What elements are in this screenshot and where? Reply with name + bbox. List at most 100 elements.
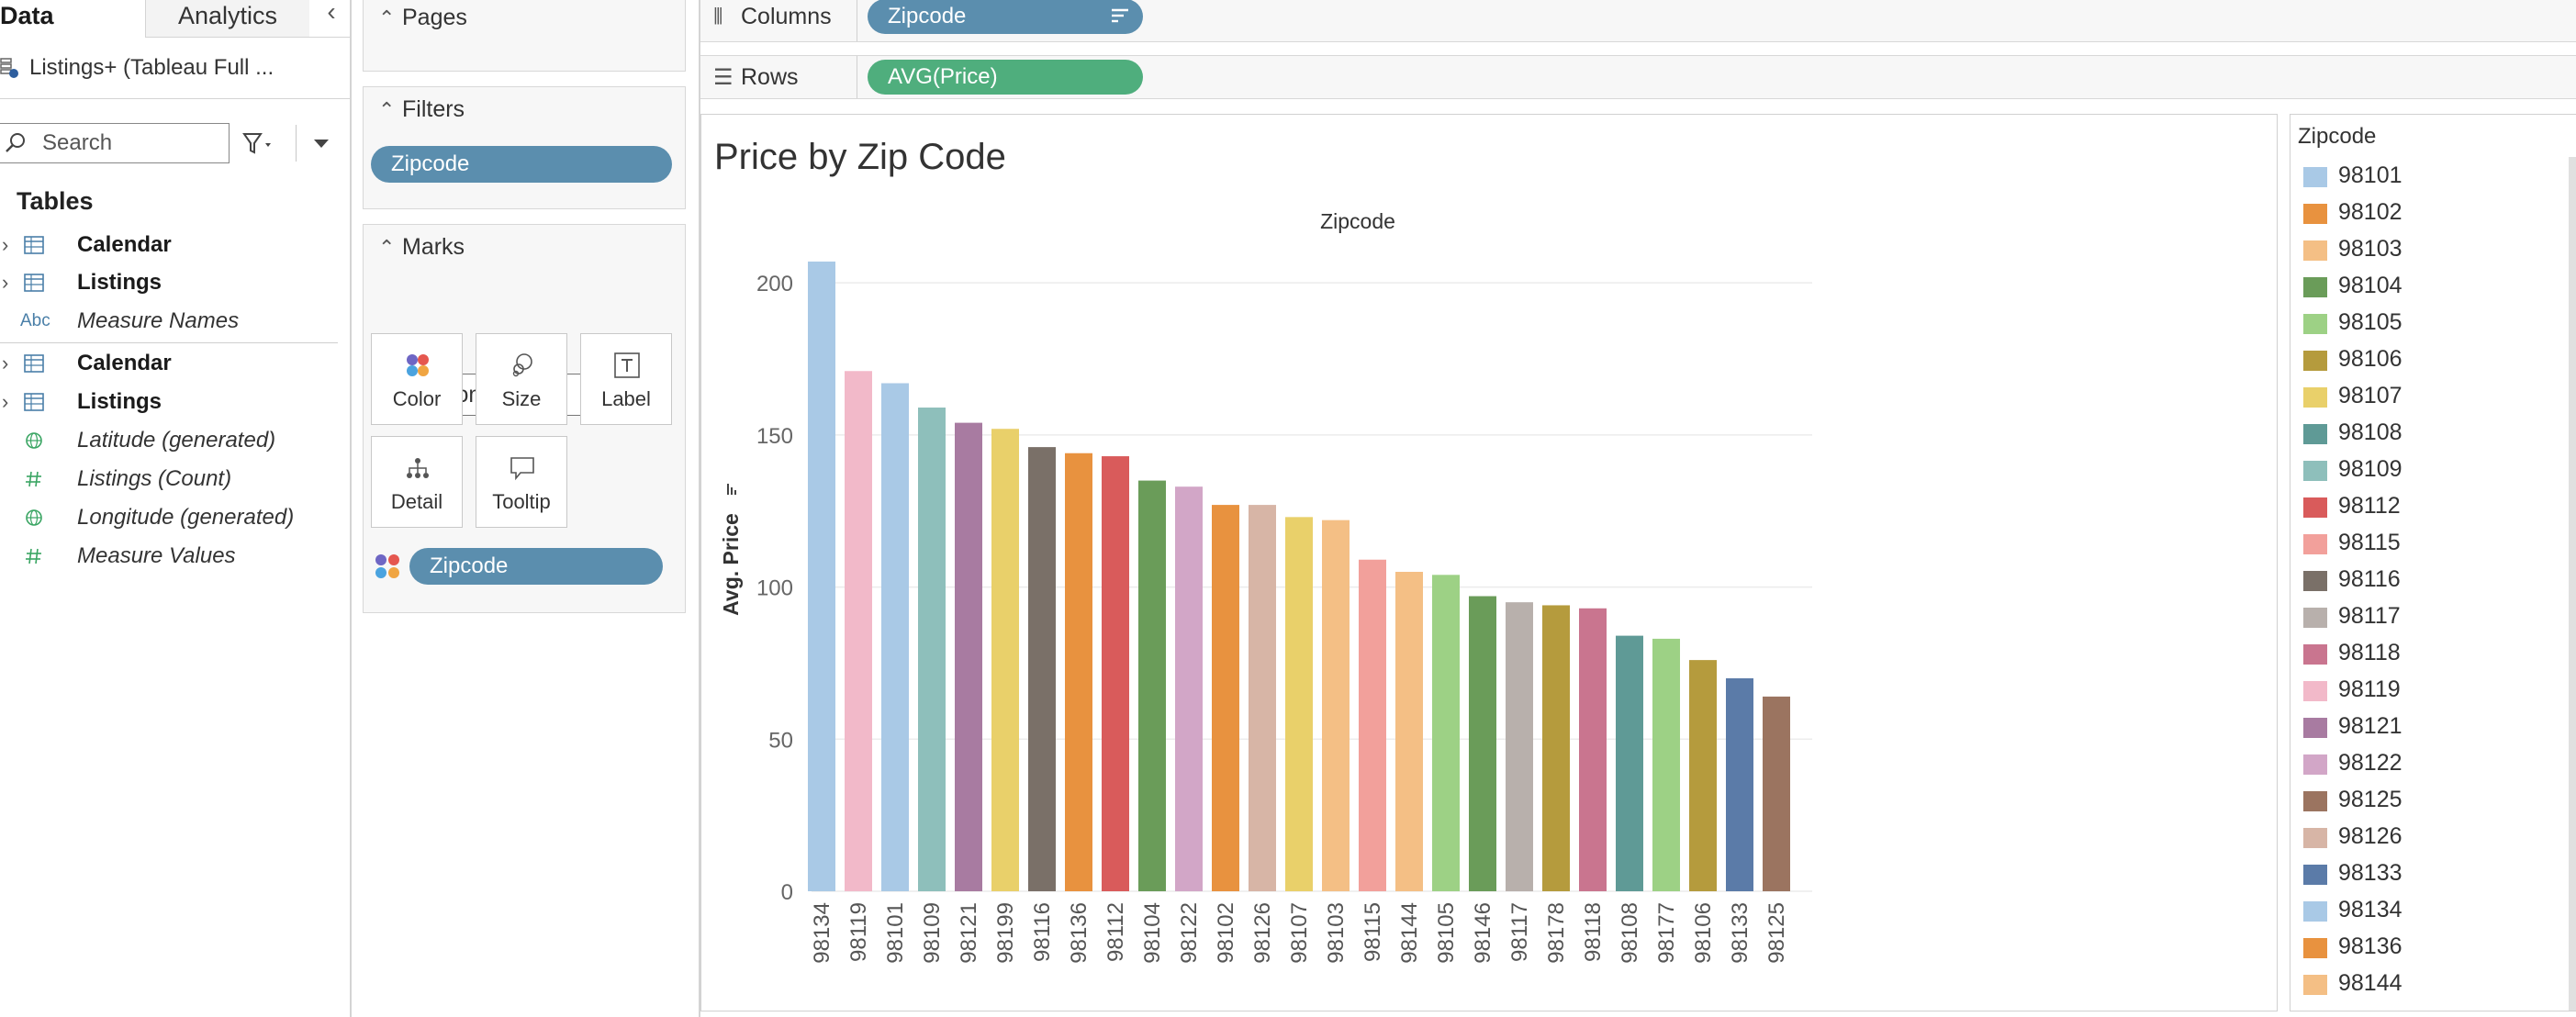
chevron-up-icon[interactable]: ⌃ <box>378 92 402 129</box>
bar[interactable] <box>1542 605 1570 891</box>
size-button[interactable]: Size <box>476 333 567 425</box>
bar[interactable] <box>845 371 872 891</box>
legend-swatch <box>2303 461 2327 481</box>
field-listings[interactable]: › Listings <box>0 384 349 420</box>
bar[interactable] <box>1359 559 1386 891</box>
columns-pill-zipcode[interactable]: Zipcode <box>868 0 1143 34</box>
bar[interactable] <box>1102 456 1129 891</box>
rows-pill-avg-price[interactable]: AVG(Price) <box>868 60 1143 95</box>
field-listings[interactable]: › Listings <box>0 264 349 301</box>
bar[interactable] <box>1579 608 1607 891</box>
legend-item[interactable]: 98136 <box>2300 928 2538 965</box>
legend-item[interactable]: 98119 <box>2300 671 2538 708</box>
field-calendar[interactable]: › Calendar <box>0 345 349 382</box>
bar[interactable] <box>1028 447 1056 891</box>
bar[interactable] <box>1395 572 1423 891</box>
x-tick-label: 98104 <box>1140 902 1165 964</box>
tab-data[interactable]: Data <box>0 0 143 39</box>
field-measure-names[interactable]: Abc Measure Names <box>0 303 349 340</box>
field-calendar[interactable]: › Calendar <box>0 227 349 263</box>
legend-item[interactable]: 98105 <box>2300 304 2538 341</box>
bar[interactable] <box>1469 596 1496 891</box>
bar[interactable] <box>1432 575 1460 891</box>
filter-icon[interactable] <box>241 129 281 160</box>
bar[interactable] <box>1726 678 1753 891</box>
legend-item[interactable]: 98126 <box>2300 818 2538 855</box>
bar[interactable] <box>918 408 946 891</box>
chevron-right-icon[interactable]: › <box>2 345 17 382</box>
legend-item[interactable]: 98122 <box>2300 744 2538 781</box>
field-measure-values[interactable]: Measure Values <box>0 538 349 575</box>
y-axis-title: Avg. Price <box>719 513 743 616</box>
datasource-item[interactable]: Listings+ (Tableau Full ... <box>0 48 347 88</box>
legend-item[interactable]: 98106 <box>2300 341 2538 377</box>
pages-card[interactable]: ⌃ Pages <box>363 0 686 72</box>
legend-item[interactable]: 98103 <box>2300 230 2538 267</box>
label-button[interactable]: Label <box>580 333 672 425</box>
bar[interactable] <box>1065 453 1092 891</box>
legend-item[interactable]: 98133 <box>2300 855 2538 891</box>
legend-item[interactable]: 98115 <box>2300 524 2538 561</box>
filters-card[interactable]: ⌃ Filters Zipcode <box>363 86 686 209</box>
tooltip-button[interactable]: Tooltip <box>476 436 567 528</box>
legend-item[interactable]: 98107 <box>2300 377 2538 414</box>
legend-item[interactable]: 98104 <box>2300 267 2538 304</box>
legend-item[interactable]: 98102 <box>2300 194 2538 230</box>
bar[interactable] <box>991 429 1019 891</box>
bar[interactable] <box>1249 505 1276 891</box>
bar[interactable] <box>1175 486 1203 891</box>
toolbar-separator <box>296 125 297 162</box>
legend-item[interactable]: 98121 <box>2300 708 2538 744</box>
legend-item[interactable]: 98117 <box>2300 598 2538 634</box>
bar[interactable] <box>1212 505 1239 891</box>
legend-scrollbar[interactable] <box>2569 157 2576 1011</box>
color-button[interactable]: Color <box>371 333 463 425</box>
tab-analytics[interactable]: Analytics <box>145 0 309 38</box>
chevron-right-icon[interactable]: › <box>2 227 17 263</box>
field-longitude[interactable]: Longitude (generated) <box>0 499 349 536</box>
legend-item[interactable]: 98116 <box>2300 561 2538 598</box>
bar[interactable] <box>1506 602 1533 891</box>
chevron-up-icon[interactable]: ⌃ <box>378 229 402 266</box>
detail-button[interactable]: Detail <box>371 436 463 528</box>
caret-down-icon[interactable] <box>310 134 332 152</box>
legend-swatch <box>2303 975 2327 995</box>
bar-chart[interactable]: 0 50 100 150 200 Zipcode Avg. Price 98134 98119 9… <box>701 115 2277 1011</box>
field-latitude[interactable]: Latitude (generated) <box>0 422 349 459</box>
bar[interactable] <box>1689 660 1717 891</box>
color-legend[interactable]: Zipcode 98101 98102 98103 98104 98105 98106 98… <box>2290 114 2576 1011</box>
columns-shelf[interactable]: ⦀ Columns Zipcode <box>700 0 2576 42</box>
chevron-up-icon[interactable]: ⌃ <box>378 0 402 37</box>
bar[interactable] <box>881 383 909 891</box>
sort-descending-icon[interactable] <box>1110 7 1130 26</box>
legend-item[interactable]: 98101 <box>2300 157 2538 194</box>
bar[interactable] <box>1138 480 1166 891</box>
bar[interactable] <box>1616 635 1643 891</box>
card-title: ⌃ Pages <box>378 0 467 36</box>
bar[interactable] <box>955 422 982 891</box>
legend-item[interactable]: 98134 <box>2300 891 2538 928</box>
chevron-right-icon[interactable]: › <box>2 264 17 301</box>
legend-item[interactable]: 98112 <box>2300 487 2538 524</box>
legend-item[interactable]: 98118 <box>2300 634 2538 671</box>
chevron-right-icon[interactable]: › <box>2 384 17 420</box>
legend-swatch <box>2303 608 2327 628</box>
bar[interactable] <box>1322 520 1350 891</box>
field-listings-count[interactable]: Listings (Count) <box>0 461 349 497</box>
color-pill-zipcode[interactable]: Zipcode <box>409 548 663 585</box>
search-box[interactable] <box>0 123 230 163</box>
rows-shelf[interactable]: ☰ Rows AVG(Price) <box>700 55 2576 99</box>
legend-item[interactable]: 98144 <box>2300 965 2538 1001</box>
legend-item[interactable]: 98125 <box>2300 781 2538 818</box>
filter-pill-zipcode[interactable]: Zipcode <box>371 146 672 183</box>
chevron-left-icon[interactable]: ‹ <box>318 0 345 28</box>
bar[interactable] <box>808 261 835 891</box>
bar[interactable] <box>1652 638 1680 891</box>
viz-area[interactable]: Price by Zip Code 0 50 100 150 200 Zipcode Avg… <box>700 114 2278 1011</box>
bar[interactable] <box>1763 696 1790 891</box>
search-input[interactable] <box>42 128 222 159</box>
bar[interactable] <box>1285 517 1313 891</box>
filters-title: Filters <box>402 96 465 122</box>
legend-item[interactable]: 98108 <box>2300 414 2538 451</box>
legend-item[interactable]: 98109 <box>2300 451 2538 487</box>
